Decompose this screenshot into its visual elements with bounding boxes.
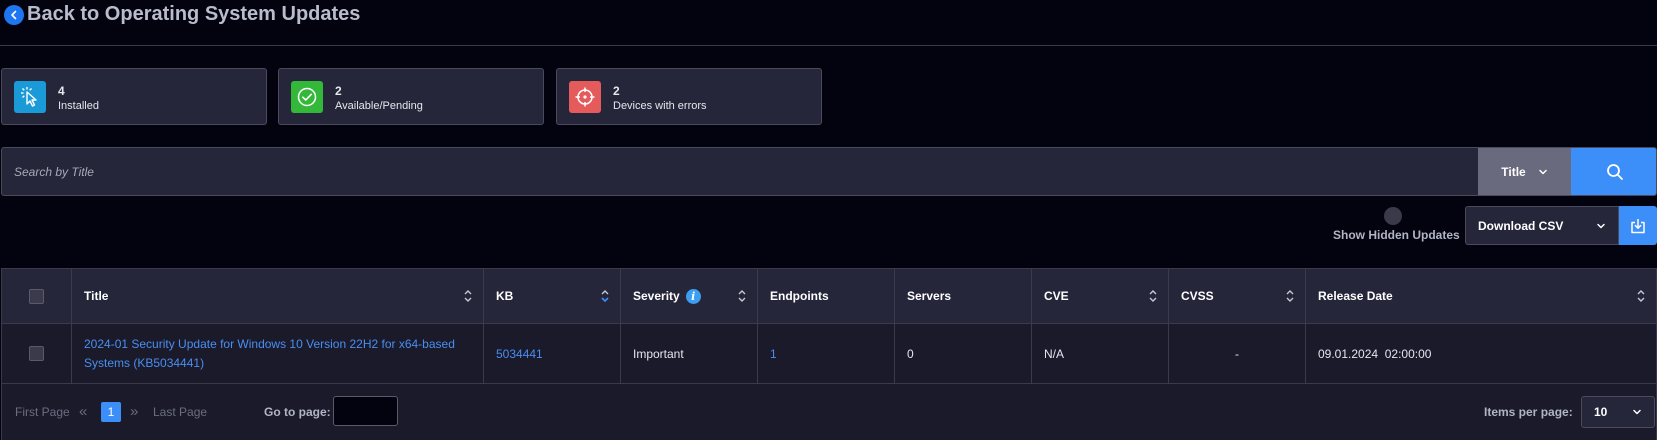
update-title-link[interactable]: 2024-01 Security Update for Windows 10 V… — [84, 335, 471, 373]
sort-icon[interactable] — [737, 288, 747, 304]
search-input[interactable] — [2, 148, 1478, 195]
cell-cvss: - — [1169, 324, 1306, 383]
stat-count: 2 — [335, 84, 342, 98]
check-circle-icon — [291, 81, 323, 113]
first-page-link[interactable]: First Page — [15, 405, 70, 419]
stat-count: 2 — [613, 84, 620, 98]
column-header-kb[interactable]: KB — [484, 269, 621, 323]
table-row[interactable]: 2024-01 Security Update for Windows 10 V… — [2, 324, 1656, 384]
row-checkbox[interactable] — [29, 346, 44, 361]
table-header: Title KB Severity i Endpoints Servers CV… — [2, 269, 1656, 324]
double-chevron-left-icon[interactable]: « — [79, 403, 87, 420]
cell-servers: 0 — [895, 324, 1032, 383]
search-field-value: Title — [1501, 164, 1526, 179]
cursor-click-icon — [14, 81, 46, 113]
download-button[interactable] — [1619, 206, 1657, 245]
back-link[interactable]: Back to Operating System Updates — [27, 3, 360, 26]
download-icon — [1631, 218, 1645, 233]
stat-label: Available/Pending — [335, 100, 423, 112]
cell-release-date: 09.01.2024 02:00:00 — [1318, 346, 1432, 361]
current-page-button[interactable]: 1 — [101, 402, 121, 422]
items-per-page-select[interactable]: 10 — [1581, 396, 1655, 428]
chevron-down-icon — [1633, 409, 1641, 415]
stat-card-installed[interactable]: 4 Installed — [1, 68, 267, 125]
download-csv-select[interactable]: Download CSV — [1465, 206, 1619, 245]
sort-icon[interactable] — [1285, 288, 1295, 304]
select-all-checkbox[interactable] — [29, 288, 44, 304]
sort-icon[interactable] — [463, 288, 473, 304]
crosshair-icon — [569, 81, 601, 113]
goto-page-input[interactable] — [333, 396, 398, 426]
select-all-cell — [2, 269, 72, 323]
column-header-title[interactable]: Title — [72, 269, 484, 323]
cell-severity: Important — [621, 324, 758, 383]
info-icon[interactable]: i — [685, 288, 701, 304]
items-per-page-value: 10 — [1594, 405, 1608, 419]
chevron-down-icon — [1597, 223, 1605, 228]
column-header-cve[interactable]: CVE — [1032, 269, 1169, 323]
sort-icon[interactable] — [1148, 288, 1158, 304]
double-chevron-right-icon[interactable]: » — [130, 403, 138, 420]
cell-title: 2024-01 Security Update for Windows 10 V… — [72, 324, 484, 383]
updates-table: Title KB Severity i Endpoints Servers CV… — [1, 268, 1657, 440]
cell-endpoints: 1 — [758, 324, 895, 383]
stat-card-available[interactable]: 2 Available/Pending — [278, 68, 544, 125]
column-header-release-date[interactable]: Release Date — [1306, 269, 1656, 323]
chevron-down-icon — [1538, 169, 1547, 174]
stat-count: 4 — [58, 84, 65, 98]
column-header-servers: Servers — [895, 269, 1032, 323]
search-field-select[interactable]: Title — [1478, 148, 1571, 195]
show-hidden-toggle[interactable] — [1384, 207, 1402, 225]
chevron-left-icon — [11, 10, 17, 20]
kb-link[interactable]: 5034441 — [496, 347, 543, 361]
stat-card-errors[interactable]: 2 Devices with errors — [556, 68, 822, 125]
column-header-severity[interactable]: Severity i — [621, 269, 758, 323]
column-header-cvss[interactable]: CVSS — [1169, 269, 1306, 323]
sort-icon[interactable] — [600, 288, 610, 304]
endpoints-link[interactable]: 1 — [770, 347, 777, 361]
search-button[interactable] — [1571, 148, 1656, 195]
page-header: Back to Operating System Updates — [0, 0, 1657, 46]
column-header-endpoints: Endpoints — [758, 269, 895, 323]
goto-page-label: Go to page: — [264, 405, 331, 419]
cell-kb: 5034441 — [484, 324, 621, 383]
pagination: First Page « 1 » Last Page Go to page: I… — [2, 384, 1656, 440]
download-csv-label: Download CSV — [1478, 218, 1564, 233]
last-page-link[interactable]: Last Page — [153, 405, 207, 419]
cell-cve: N/A — [1032, 324, 1169, 383]
show-hidden-label: Show Hidden Updates — [1333, 228, 1460, 242]
search-icon — [1606, 163, 1623, 180]
sort-icon[interactable] — [1636, 288, 1646, 304]
stat-label: Devices with errors — [613, 100, 707, 112]
row-select-cell — [2, 324, 72, 383]
back-button[interactable] — [4, 5, 24, 25]
stat-label: Installed — [58, 100, 99, 112]
search-bar: Title — [1, 147, 1657, 196]
items-per-page-label: Items per page: — [1484, 405, 1573, 419]
